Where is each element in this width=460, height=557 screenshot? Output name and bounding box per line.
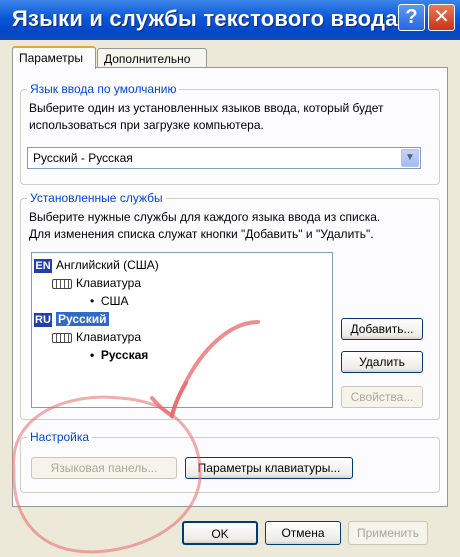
tree-item-english-keyboard[interactable]: Клавиатура (52, 275, 141, 291)
installed-services-description-2: Для изменения списка служат кнопки "Доба… (29, 227, 374, 241)
cancel-button[interactable]: Отмена (265, 521, 341, 545)
keyboard-settings-button[interactable]: Параметры клавиатуры... (185, 457, 353, 479)
tree-item-label: Клавиатура (76, 276, 141, 290)
tree-item-russian[interactable]: RU Русский (34, 311, 109, 327)
close-button[interactable]: ✕ (428, 4, 455, 31)
tab-parameters[interactable]: Параметры (12, 46, 96, 69)
tree-item-russian-layout[interactable]: • Русская (90, 347, 148, 363)
bullet-icon: • (90, 348, 95, 362)
tree-item-english[interactable]: EN Английский (США) (34, 257, 159, 273)
language-code-badge: EN (34, 258, 52, 273)
default-language-description-2: использоваться при загрузке компьютера. (29, 118, 264, 132)
window-title: Языки и службы текстового ввода (12, 6, 398, 31)
default-language-description-1: Выберите один из установленных языков вв… (29, 101, 384, 115)
settings-legend: Настройка (27, 430, 93, 444)
help-button[interactable]: ? (398, 4, 425, 31)
keyboard-icon (52, 278, 72, 289)
bullet-icon: • (90, 294, 95, 308)
tree-item-label: США (100, 294, 129, 308)
tree-item-label: Клавиатура (76, 330, 141, 344)
add-button[interactable]: Добавить... (341, 318, 423, 340)
installed-services-legend: Установленные службы (27, 191, 166, 205)
default-language-select[interactable]: Русский - Русская ▼ (27, 147, 421, 169)
dialog-window: Языки и службы текстового ввода ? ✕ Пара… (0, 0, 460, 557)
help-icon: ? (405, 6, 418, 28)
services-tree[interactable]: EN Английский (США) Клавиатура • США RU Ру… (31, 252, 333, 408)
tree-item-label: Английский (США) (56, 258, 159, 272)
apply-button[interactable]: Применить (348, 521, 428, 545)
title-bar[interactable]: Языки и службы текстового ввода ? ✕ (0, 0, 460, 40)
close-icon: ✕ (433, 6, 450, 28)
chevron-down-icon[interactable]: ▼ (401, 149, 419, 167)
ok-button[interactable]: OK (182, 521, 258, 545)
default-language-value: Русский - Русская (33, 151, 133, 165)
keyboard-icon (52, 332, 72, 343)
language-code-badge: RU (34, 312, 52, 327)
tree-item-russian-keyboard[interactable]: Клавиатура (52, 329, 141, 345)
installed-services-description-1: Выберите нужные службы для каждого языка… (29, 210, 381, 224)
language-bar-button[interactable]: Языковая панель... (31, 457, 177, 479)
remove-button[interactable]: Удалить (341, 351, 423, 373)
default-language-group: Язык ввода по умолчанию Выберите один из… (20, 82, 440, 185)
tree-item-label-selected: Русский (56, 312, 109, 326)
tree-item-label: Русская (100, 348, 149, 362)
properties-button[interactable]: Свойства... (341, 386, 423, 408)
tree-item-english-layout[interactable]: • США (90, 293, 129, 309)
tab-advanced[interactable]: Дополнительно (97, 48, 207, 68)
default-language-legend: Язык ввода по умолчанию (27, 82, 180, 96)
